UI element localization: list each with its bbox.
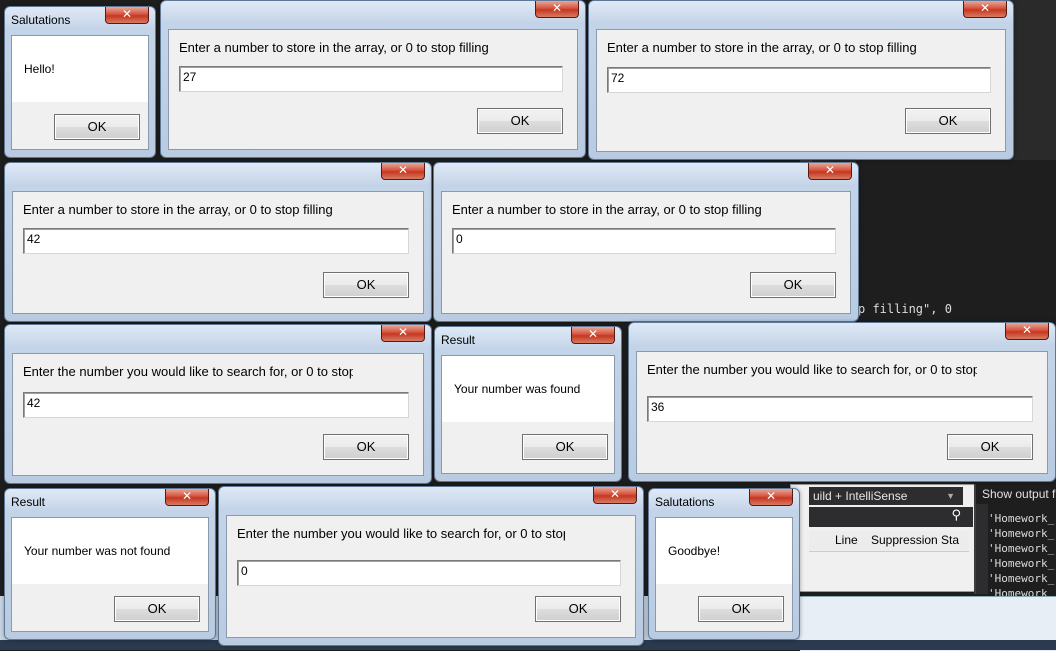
close-button[interactable]: ✕ bbox=[963, 1, 1007, 18]
close-icon: ✕ bbox=[121, 7, 133, 21]
number-input[interactable]: 42 bbox=[23, 392, 409, 418]
search-icon[interactable]: ⚲ bbox=[951, 508, 961, 523]
close-icon: ✕ bbox=[587, 327, 599, 341]
ok-button[interactable]: OK bbox=[477, 108, 563, 134]
dialog-message: Hello! bbox=[24, 62, 55, 76]
dialog-message: Your number was not found bbox=[24, 544, 171, 558]
error-list-header: Line Suppression Sta bbox=[809, 531, 969, 552]
dialog-client: Enter the number you would like to searc… bbox=[12, 353, 424, 476]
salutations-goodbye-dialog: Salutations ✕ Goodbye! OK bbox=[648, 488, 800, 640]
ok-button[interactable]: OK bbox=[535, 596, 621, 622]
dialog-prompt: Enter a number to store in the array, or… bbox=[179, 40, 489, 55]
dialog-client: Your number was not found OK bbox=[11, 517, 209, 632]
number-input[interactable]: 42 bbox=[23, 228, 409, 254]
dialog-prompt: Enter a number to store in the array, or… bbox=[23, 202, 333, 217]
ok-button[interactable]: OK bbox=[323, 434, 409, 460]
chevron-down-icon: ▼ bbox=[946, 491, 955, 501]
dialog-client: Your number was found OK bbox=[441, 355, 615, 474]
dialog-title: Result bbox=[441, 333, 476, 347]
close-button[interactable]: ✕ bbox=[1005, 323, 1049, 340]
error-scope-label: uild + IntelliSense bbox=[813, 489, 908, 503]
close-icon: ✕ bbox=[979, 1, 991, 15]
dialog-client: Enter a number to store in the array, or… bbox=[168, 29, 578, 150]
output-line: 'Homework_ bbox=[988, 542, 1055, 555]
close-icon: ✕ bbox=[1021, 323, 1033, 337]
ok-button[interactable]: OK bbox=[750, 272, 836, 298]
close-icon: ✕ bbox=[824, 163, 836, 177]
output-scrollbar[interactable] bbox=[976, 504, 988, 594]
dialog-message: Goodbye! bbox=[668, 544, 721, 558]
ok-button[interactable]: OK bbox=[522, 434, 608, 460]
dialog-client: Enter a number to store in the array, or… bbox=[596, 29, 1006, 152]
close-button[interactable]: ✕ bbox=[165, 489, 209, 506]
number-input[interactable]: 27 bbox=[179, 66, 563, 92]
fill-dialog-4: ✕ Enter a number to store in the array, … bbox=[433, 162, 859, 322]
ok-button[interactable]: OK bbox=[323, 272, 409, 298]
dialog-client: Enter a number to store in the array, or… bbox=[12, 191, 424, 314]
close-button[interactable]: ✕ bbox=[381, 325, 425, 342]
message-area: Your number was found bbox=[442, 356, 614, 422]
search-dialog-2: ✕ Enter the number you would like to sea… bbox=[628, 322, 1056, 482]
close-button[interactable]: ✕ bbox=[381, 163, 425, 180]
ok-button[interactable]: OK bbox=[698, 596, 784, 622]
message-area: Your number was not found bbox=[12, 518, 208, 584]
close-button[interactable]: ✕ bbox=[593, 487, 637, 504]
dialog-client: Enter the number you would like to searc… bbox=[636, 351, 1048, 474]
ok-button[interactable]: OK bbox=[114, 596, 200, 622]
column-line[interactable]: Line bbox=[835, 533, 858, 547]
column-suppression-state[interactable]: Suppression Sta bbox=[871, 533, 959, 547]
dialog-prompt: Enter the number you would like to searc… bbox=[23, 364, 353, 379]
output-line: 'Homework_ bbox=[988, 557, 1055, 570]
message-area: Hello! bbox=[12, 36, 148, 102]
result-found-dialog: Result ✕ Your number was found OK bbox=[434, 326, 622, 482]
output-line: 'Homework_ bbox=[988, 572, 1055, 585]
output-line: 'Homework_ bbox=[988, 512, 1055, 525]
message-area: Goodbye! bbox=[656, 518, 792, 584]
close-icon: ✕ bbox=[551, 1, 563, 15]
close-button[interactable]: ✕ bbox=[571, 327, 615, 344]
close-icon: ✕ bbox=[397, 325, 409, 339]
fill-dialog-3: ✕ Enter a number to store in the array, … bbox=[4, 162, 432, 322]
dialog-client: Goodbye! OK bbox=[655, 517, 793, 632]
dialog-prompt: Enter a number to store in the array, or… bbox=[607, 40, 917, 55]
error-search-bar[interactable]: ⚲ bbox=[809, 507, 973, 527]
dialog-prompt: Enter the number you would like to searc… bbox=[647, 362, 977, 377]
dialog-prompt: Enter a number to store in the array, or… bbox=[452, 202, 762, 217]
search-dialog-3: ✕ Enter the number you would like to sea… bbox=[218, 486, 644, 646]
dialog-client: Enter the number you would like to searc… bbox=[226, 515, 636, 638]
output-source-label[interactable]: Show output f bbox=[982, 487, 1055, 501]
fill-dialog-1: ✕ Enter a number to store in the array, … bbox=[160, 0, 586, 158]
output-line: 'Homework_ bbox=[988, 527, 1055, 540]
ok-button[interactable]: OK bbox=[54, 114, 140, 140]
ok-button[interactable]: OK bbox=[905, 108, 991, 134]
ide-error-list-panel: uild + IntelliSense ▼ ⚲ Line Suppression… bbox=[790, 484, 976, 592]
close-button[interactable]: ✕ bbox=[105, 7, 149, 24]
close-icon: ✕ bbox=[181, 489, 193, 503]
number-input[interactable]: 0 bbox=[237, 560, 621, 586]
dialog-title: Salutations bbox=[11, 13, 71, 27]
dialog-title: Salutations bbox=[655, 495, 715, 509]
dialog-client: Enter a number to store in the array, or… bbox=[441, 191, 851, 314]
close-icon: ✕ bbox=[397, 163, 409, 177]
dialog-title: Result bbox=[11, 495, 46, 509]
dialog-prompt: Enter the number you would like to searc… bbox=[237, 526, 565, 541]
close-icon: ✕ bbox=[765, 489, 777, 503]
ide-code-fragment: p filling", 0 bbox=[858, 302, 952, 316]
number-input[interactable]: 72 bbox=[607, 67, 991, 93]
search-dialog-1: ✕ Enter the number you would like to sea… bbox=[4, 324, 432, 484]
salutations-hello-dialog: Salutations ✕ Hello! OK bbox=[4, 6, 156, 158]
close-button[interactable]: ✕ bbox=[808, 163, 852, 180]
dialog-client: Hello! OK bbox=[11, 35, 149, 150]
close-button[interactable]: ✕ bbox=[535, 1, 579, 18]
ok-button[interactable]: OK bbox=[947, 434, 1033, 460]
close-icon: ✕ bbox=[609, 487, 621, 501]
close-button[interactable]: ✕ bbox=[749, 489, 793, 506]
fill-dialog-2: ✕ Enter a number to store in the array, … bbox=[588, 0, 1014, 160]
ide-output-panel: Show output f 'Homework_ 'Homework_ 'Hom… bbox=[974, 484, 1056, 600]
dialog-message: Your number was found bbox=[454, 382, 581, 396]
error-scope-dropdown[interactable]: uild + IntelliSense ▼ bbox=[809, 487, 963, 505]
number-input[interactable]: 36 bbox=[647, 396, 1033, 422]
result-not-found-dialog: Result ✕ Your number was not found OK bbox=[4, 488, 216, 640]
number-input[interactable]: 0 bbox=[452, 228, 836, 254]
